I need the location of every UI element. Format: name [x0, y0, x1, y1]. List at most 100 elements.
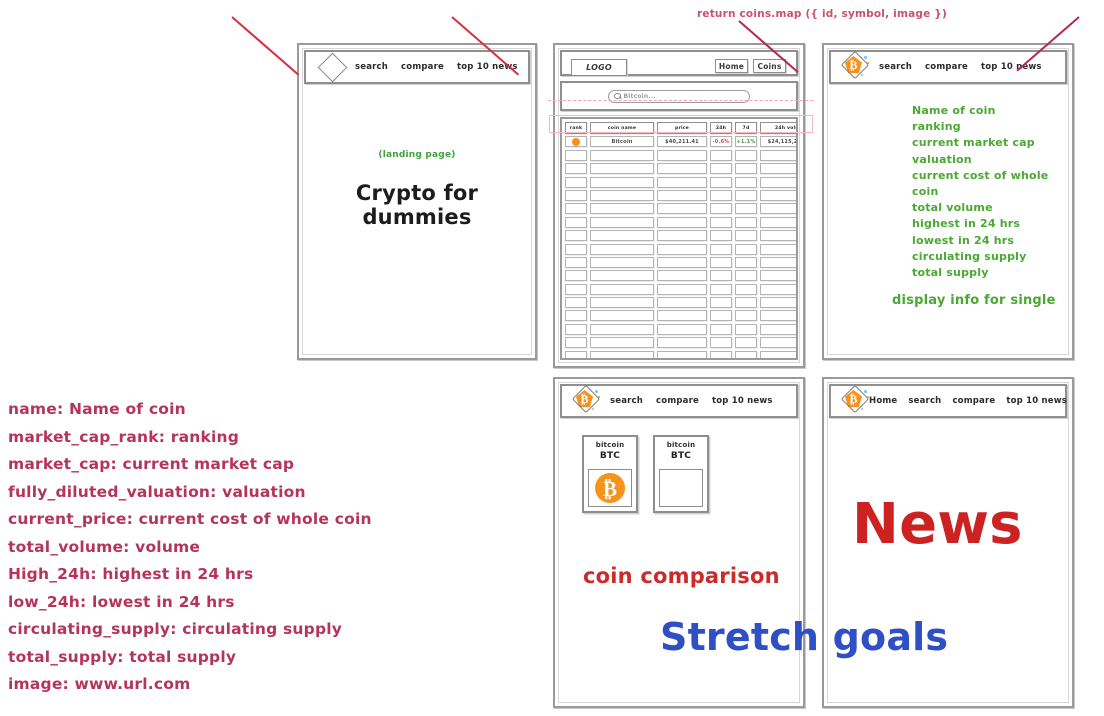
coin-info-list: Name of coin ranking current market cap … — [912, 103, 1072, 281]
cell-empty — [657, 350, 707, 358]
comparison-card-left[interactable]: bitcoin BTC ₿ — [582, 435, 638, 513]
column-header-price[interactable]: price — [657, 122, 707, 134]
cell-empty — [710, 189, 732, 201]
cell-empty — [590, 323, 654, 335]
nav-item-home[interactable]: Home — [869, 396, 897, 406]
badge-symbol: ₿ — [580, 392, 589, 406]
cell-empty — [710, 176, 732, 188]
cell-empty — [735, 256, 757, 268]
cell-empty — [657, 337, 707, 349]
bitcoin-badge-icon[interactable]: ₿ — [571, 384, 601, 414]
comparison-card-right[interactable]: bitcoin BTC — [653, 435, 709, 513]
cell-empty — [657, 216, 707, 228]
legend-line: current_price: current cost of whole coi… — [8, 510, 372, 528]
cell-empty — [760, 337, 796, 349]
card-coin-symbol: BTC — [670, 451, 692, 461]
nav-item-top-10-news[interactable]: top 10 news — [1006, 396, 1067, 406]
cell-empty — [590, 243, 654, 255]
comparison-nav-links: search compare top 10 news — [610, 396, 773, 406]
sparkle-dot — [861, 408, 863, 410]
header-button-home[interactable]: Home — [715, 59, 748, 73]
comparison-navbar: ₿ search compare top 10 news — [560, 384, 798, 418]
cell-empty — [590, 149, 654, 161]
badge-symbol: ₿ — [849, 58, 858, 72]
nav-item-compare[interactable]: compare — [401, 62, 444, 72]
cell-empty — [735, 149, 757, 161]
bitcoin-coin-icon — [572, 137, 580, 146]
detail-note: display info for single — [892, 293, 1056, 308]
cell-empty — [590, 203, 654, 215]
card-image-slot — [659, 469, 703, 507]
landing-nav-links: search compare top 10 news — [355, 62, 518, 72]
column-header-24h-volume[interactable]: 24h volume — [760, 122, 796, 134]
badge-symbol: ₿ — [849, 392, 858, 406]
table-row-empty[interactable] — [565, 149, 796, 161]
cell-empty — [710, 243, 732, 255]
nav-item-search[interactable]: search — [610, 396, 643, 406]
table-row-empty[interactable] — [565, 189, 796, 201]
nav-item-search[interactable]: search — [355, 62, 388, 72]
table-row-empty[interactable] — [565, 203, 796, 215]
cell-empty — [735, 163, 757, 175]
nav-item-top-10-news[interactable]: top 10 news — [712, 396, 773, 406]
column-header-24h[interactable]: 24h — [710, 122, 732, 134]
table-row-empty[interactable] — [565, 230, 796, 242]
cell-empty — [565, 216, 587, 228]
table-row-empty[interactable] — [565, 297, 796, 309]
nav-item-search[interactable]: search — [879, 62, 912, 72]
table-row-empty[interactable] — [565, 283, 796, 295]
cell-empty — [657, 283, 707, 295]
table-row-empty[interactable] — [565, 243, 796, 255]
nav-item-compare[interactable]: compare — [925, 62, 968, 72]
bitcoin-badge-icon[interactable]: ₿ — [840, 384, 870, 414]
api-note-annotation: return coins.map ({ id, symbol, image }) — [697, 8, 947, 20]
info-item-high-24h: highest in 24 hrs — [912, 217, 1021, 231]
cell-empty — [760, 176, 796, 188]
table-row-empty[interactable] — [565, 216, 796, 228]
cell-empty — [735, 310, 757, 322]
legend-line: fully_diluted_valuation: valuation — [8, 482, 306, 501]
news-nav-links: Home search compare top 10 news — [869, 396, 1067, 406]
cell-empty — [760, 216, 796, 228]
cell-empty — [565, 337, 587, 349]
table-row-empty[interactable] — [565, 310, 796, 322]
cell-empty — [760, 203, 796, 215]
cell-empty — [735, 270, 757, 282]
table-row-empty[interactable] — [565, 163, 796, 175]
cell-empty — [710, 323, 732, 335]
table-row-empty[interactable] — [565, 323, 796, 335]
cell-empty — [760, 297, 796, 309]
cell-empty — [657, 323, 707, 335]
legend-line: low_24h: lowest in 24 hrs — [8, 592, 235, 611]
cell-empty — [565, 189, 587, 201]
bitcoin-badge-icon[interactable]: ₿ — [840, 50, 870, 80]
column-header-coin-name[interactable]: coin name — [590, 122, 654, 134]
table-row-empty[interactable] — [565, 176, 796, 188]
cell-empty — [657, 203, 707, 215]
nav-item-compare[interactable]: compare — [952, 396, 995, 406]
cell-empty — [735, 297, 757, 309]
logo-placeholder[interactable]: LOGO — [571, 59, 627, 76]
table-row-empty[interactable] — [565, 350, 796, 358]
news-navbar: ₿ Home search compare top 10 news — [829, 384, 1067, 418]
column-header-rank[interactable]: rank — [565, 122, 587, 134]
nav-item-top-10-news[interactable]: top 10 news — [981, 62, 1042, 72]
cell-empty — [735, 189, 757, 201]
cell-change-7d: +1.1% — [735, 136, 757, 148]
wireframe-canvas: return coins.map ({ id, symbol, image })… — [0, 0, 1104, 716]
cell-empty — [735, 216, 757, 228]
nav-item-search[interactable]: search — [908, 396, 941, 406]
column-header-7d[interactable]: 7d — [735, 122, 757, 134]
table-row[interactable]: Bitcoin $40,211.41 -0.6% +1.1% $24,115,2… — [565, 136, 796, 148]
cell-empty — [590, 310, 654, 322]
diamond-logo-icon[interactable] — [317, 52, 348, 82]
table-row-empty[interactable] — [565, 270, 796, 282]
cell-empty — [590, 350, 654, 358]
legend-line: market_cap_rank: ranking — [8, 427, 240, 446]
nav-item-compare[interactable]: compare — [656, 396, 699, 406]
cell-empty — [735, 203, 757, 215]
table-row-empty[interactable] — [565, 256, 796, 268]
header-button-coins[interactable]: Coins — [753, 59, 786, 73]
legend-line: market_cap: current market cap — [8, 455, 295, 473]
table-row-empty[interactable] — [565, 337, 796, 349]
